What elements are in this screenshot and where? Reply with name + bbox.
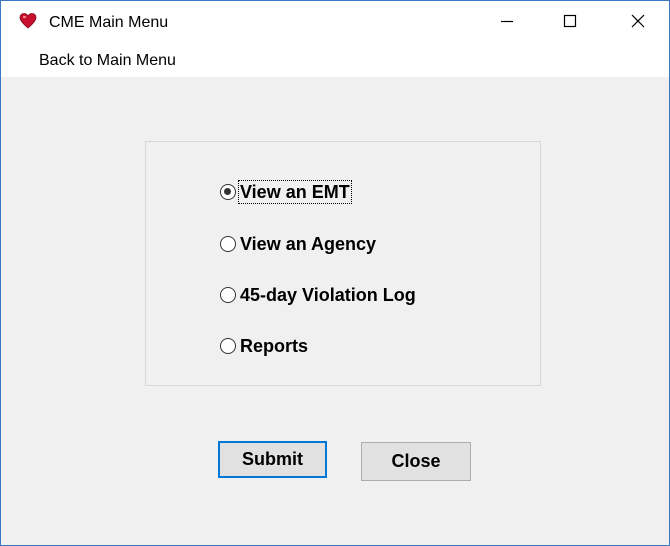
heart-icon xyxy=(19,12,37,30)
maximize-button[interactable] xyxy=(547,1,593,46)
radio-button-checked[interactable] xyxy=(220,184,236,200)
radio-label[interactable]: 45-day Violation Log xyxy=(239,284,417,306)
window-title: CME Main Menu xyxy=(49,14,169,31)
radio-option-reports[interactable]: Reports xyxy=(220,334,309,358)
menu-item-back-to-main-menu[interactable]: Back to Main Menu xyxy=(39,52,176,70)
radio-label[interactable]: View an Agency xyxy=(239,233,377,255)
submit-button[interactable]: Submit xyxy=(218,441,327,478)
close-icon xyxy=(630,13,646,34)
options-group: View an EMT View an Agency 45-day Violat… xyxy=(145,141,541,386)
maximize-icon xyxy=(562,13,578,34)
minimize-button[interactable] xyxy=(484,1,530,46)
radio-button[interactable] xyxy=(220,236,236,252)
title-bar[interactable]: CME Main Menu xyxy=(1,1,669,46)
app-window: CME Main Menu Back to Main Menu View an … xyxy=(0,0,670,546)
client-area: View an EMT View an Agency 45-day Violat… xyxy=(1,77,669,545)
menu-bar: Back to Main Menu xyxy=(1,46,669,77)
radio-label[interactable]: Reports xyxy=(239,335,309,357)
close-button[interactable]: Close xyxy=(361,442,471,481)
minimize-icon xyxy=(499,13,515,34)
radio-label[interactable]: View an EMT xyxy=(238,180,352,204)
radio-option-view-emt[interactable]: View an EMT xyxy=(220,180,352,204)
radio-option-view-agency[interactable]: View an Agency xyxy=(220,232,377,256)
radio-option-violation-log[interactable]: 45-day Violation Log xyxy=(220,283,417,307)
radio-button[interactable] xyxy=(220,287,236,303)
close-window-button[interactable] xyxy=(615,1,661,46)
radio-button[interactable] xyxy=(220,338,236,354)
